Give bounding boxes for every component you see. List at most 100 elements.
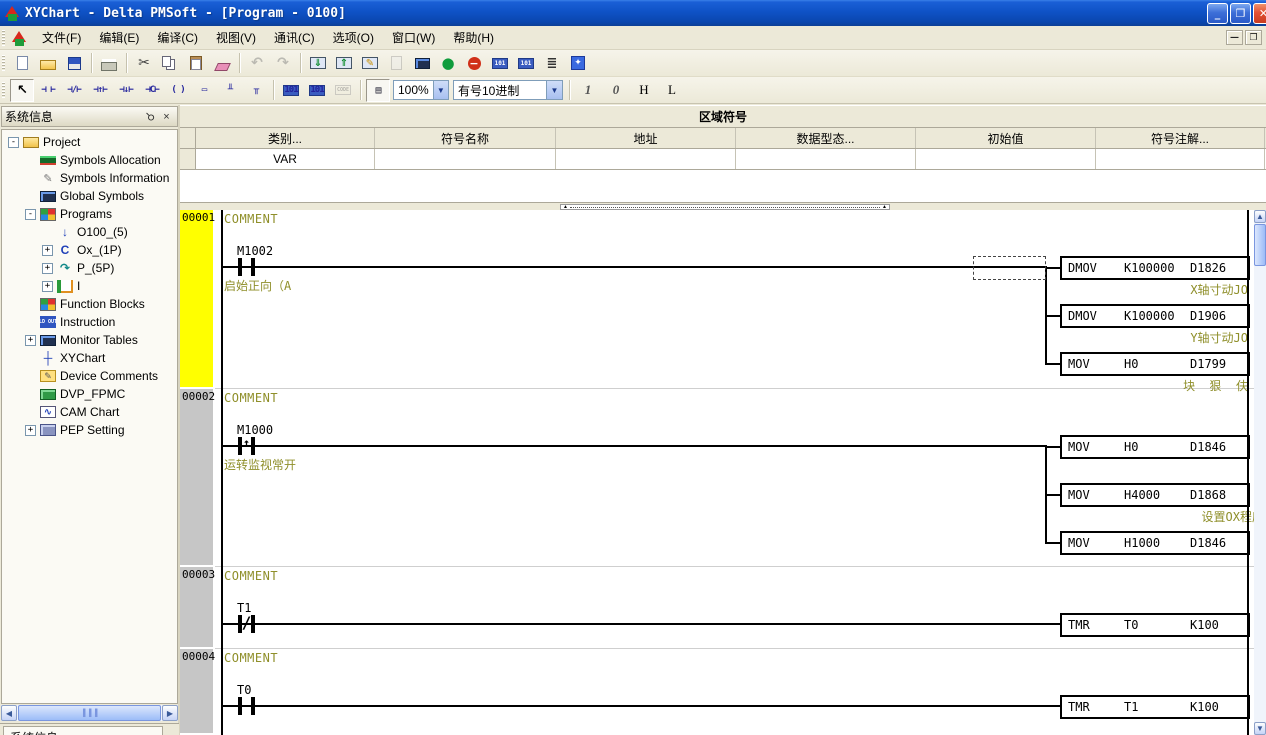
splitter-arrow-right-icon[interactable]: ▲	[880, 205, 889, 209]
state-button-1[interactable]: 1	[577, 80, 599, 100]
column-header-2[interactable]: 地址	[556, 128, 736, 148]
sidebar-item-global-symbols[interactable]: Global Symbols	[2, 187, 177, 205]
restore-button[interactable]: ❐	[1230, 3, 1251, 24]
sidebar-item-p-5p-[interactable]: +↷P_(5P)	[2, 259, 177, 277]
save-file-icon[interactable]	[62, 52, 86, 75]
menu-item-7[interactable]: 帮助(H)	[444, 26, 503, 49]
toolbar-grip[interactable]	[2, 82, 5, 98]
table-cell-2[interactable]	[556, 149, 736, 169]
tree-expander-icon[interactable]: -	[8, 137, 19, 148]
rung-number[interactable]: 00001	[180, 210, 213, 387]
panel-close-icon[interactable]: ×	[159, 109, 174, 124]
contact-device-label[interactable]: M1000	[237, 423, 273, 437]
close-button[interactable]: ✕	[1253, 3, 1266, 24]
instruction-box-mov-d1868[interactable]: MOVH4000D1868	[1060, 483, 1250, 507]
sidebar-item-pep-setting[interactable]: +PEP Setting	[2, 421, 177, 439]
zoom-select[interactable]: 100%▼	[393, 80, 449, 100]
rung-number[interactable]: 00002	[180, 389, 213, 565]
menu-item-4[interactable]: 通讯(C)	[265, 26, 324, 49]
upload-from-plc-icon[interactable]: ⇑	[332, 52, 356, 75]
undo-icon[interactable]: ↶	[245, 52, 269, 75]
ladder-scale-icon[interactable]: ≣	[540, 52, 564, 75]
sidebar-item-o100-5-[interactable]: ↓O100_(5)	[2, 223, 177, 241]
instruction-box-mov-d1846[interactable]: MOVH1000D1846	[1060, 531, 1250, 555]
dropdown-arrow-icon[interactable]: ▼	[546, 81, 562, 99]
state-button-L[interactable]: L	[661, 80, 683, 100]
mdi-minimize-button[interactable]: —	[1226, 30, 1243, 45]
contact-comment[interactable]: 启始正向（A	[224, 277, 291, 294]
menu-grip[interactable]	[2, 30, 5, 46]
paste-icon[interactable]	[184, 52, 208, 75]
menu-item-3[interactable]: 视图(V)	[207, 26, 265, 49]
sidebar-item-ox-1p-[interactable]: +COx_(1P)	[2, 241, 177, 259]
rung-number[interactable]: 00003	[180, 567, 213, 647]
tree-expander-icon[interactable]: +	[42, 245, 53, 256]
tab-system-info[interactable]: 系统信息	[3, 726, 163, 735]
instruction-box-dmov-d1826[interactable]: DMOVK100000D1826	[1060, 256, 1250, 280]
minimize-button[interactable]: _	[1207, 3, 1228, 24]
new-file-icon[interactable]	[10, 52, 34, 75]
instruction-box-dmov-d1906[interactable]: DMOVK100000D1906	[1060, 304, 1250, 328]
online-edit-icon[interactable]: ✎	[358, 52, 382, 75]
menu-item-1[interactable]: 编辑(E)	[90, 26, 148, 49]
contact-normally-open-icon[interactable]: ⊣ ⊢	[36, 79, 60, 102]
menu-item-2[interactable]: 编译(C)	[148, 26, 207, 49]
table-cell-0[interactable]: VAR	[196, 149, 375, 169]
instruction-box-mov-d1799[interactable]: MOVH0D1799	[1060, 352, 1250, 376]
sidebar-item-cam-chart[interactable]: ∿CAM Chart	[2, 403, 177, 421]
scroll-down-icon[interactable]: ▼	[1254, 722, 1266, 735]
contact-normally-closed-icon[interactable]: ⊣/⊢	[62, 79, 86, 102]
instruction-box-tmr-k100[interactable]: TMRT0K100	[1060, 613, 1250, 637]
table-cell-1[interactable]	[375, 149, 556, 169]
run-plc-icon[interactable]: ●	[436, 52, 460, 75]
sidebar-item-monitor-tables[interactable]: +Monitor Tables	[2, 331, 177, 349]
rung-up-icon[interactable]: ╨	[218, 79, 242, 102]
tree-expander-icon[interactable]: +	[42, 263, 53, 274]
sidebar-item-instruction[interactable]: LD OUTInstruction	[2, 313, 177, 331]
instruction-box-mov-d1846[interactable]: MOVH0D1846	[1060, 435, 1250, 459]
column-header-1[interactable]: 符号名称	[375, 128, 556, 148]
pin-icon[interactable]: ⚲	[143, 109, 158, 124]
sidebar-horizontal-scrollbar[interactable]: ◀ ▐▐▐ ▶	[1, 705, 178, 721]
sidebar-item-function-blocks[interactable]: Function Blocks	[2, 295, 177, 313]
copy-icon[interactable]	[158, 52, 182, 75]
menu-item-6[interactable]: 窗口(W)	[383, 26, 444, 49]
sidebar-item-xychart[interactable]: ┼XYChart	[2, 349, 177, 367]
tree-expander-icon[interactable]: +	[25, 425, 36, 436]
vscroll-thumb[interactable]	[1254, 224, 1266, 266]
rung-number[interactable]: 00004	[180, 649, 213, 733]
scroll-left-icon[interactable]: ◀	[1, 705, 17, 721]
menu-item-0[interactable]: 文件(F)	[33, 26, 90, 49]
contact-falling-edge-icon[interactable]: ⊣↓⊢	[114, 79, 138, 102]
toolbar-grip[interactable]	[2, 55, 5, 71]
ladder-editor[interactable]: 00001COMMENTM1002启始正向（ADMOVK100000D1826X…	[180, 210, 1254, 735]
instruction-comment[interactable]: 设置OX程序	[1060, 508, 1254, 525]
network-2-icon[interactable]: 101	[514, 52, 538, 75]
table-cell-3[interactable]	[736, 149, 916, 169]
sidebar-item-i[interactable]: +I	[2, 277, 177, 295]
redo-icon[interactable]: ↷	[271, 52, 295, 75]
menu-item-5[interactable]: 选项(O)	[324, 26, 383, 49]
column-header-5[interactable]: 符号注解...	[1096, 128, 1265, 148]
mdi-restore-button[interactable]: ❐	[1245, 30, 1262, 45]
rung-comment-label[interactable]: COMMENT	[224, 212, 278, 226]
splitter-arrow-left-icon[interactable]: ▲	[561, 205, 570, 209]
state-button-0[interactable]: 0	[605, 80, 627, 100]
cut-icon[interactable]: ✂	[132, 52, 156, 75]
tree-expander-icon[interactable]: -	[25, 209, 36, 220]
column-header-4[interactable]: 初始值	[916, 128, 1096, 148]
sidebar-item-programs[interactable]: -Programs	[2, 205, 177, 223]
column-header-3[interactable]: 数据型态...	[736, 128, 916, 148]
row-selector-gutter[interactable]	[180, 149, 196, 169]
scroll-right-icon[interactable]: ▶	[162, 705, 178, 721]
symbol-table-empty-area[interactable]	[180, 170, 1266, 202]
number-format-select[interactable]: 有号10进制▼	[453, 80, 563, 100]
open-file-icon[interactable]	[36, 52, 60, 75]
paste-program-icon[interactable]	[384, 52, 408, 75]
contact-comment[interactable]: 运转监视常开	[224, 456, 296, 473]
wizard-icon[interactable]: ✦	[566, 52, 590, 75]
ladder-vertical-scrollbar[interactable]: ▲ ▼	[1254, 210, 1266, 735]
dropdown-arrow-icon[interactable]: ▼	[433, 81, 448, 99]
sidebar-item-dvp-fpmc[interactable]: DVP_FPMC	[2, 385, 177, 403]
contact-rising-edge-icon[interactable]: ⊣↑⊢	[88, 79, 112, 102]
